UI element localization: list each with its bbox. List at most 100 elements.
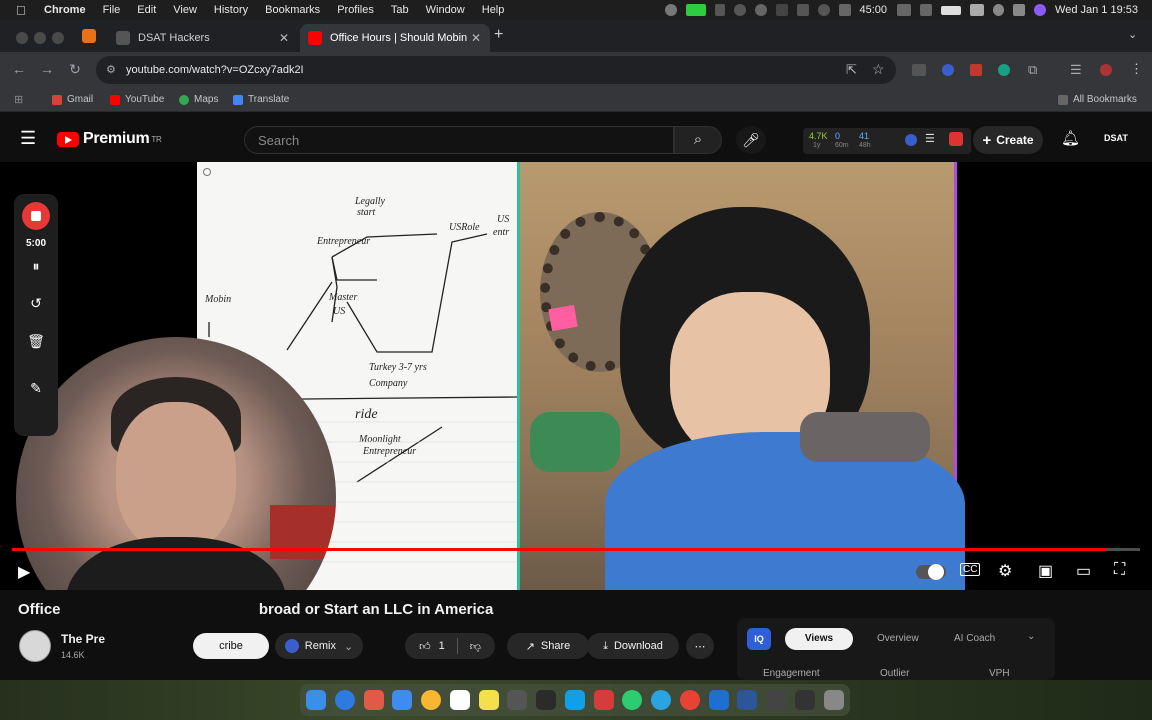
menu-edit[interactable]: Edit: [137, 4, 156, 16]
skype-icon[interactable]: [564, 690, 585, 710]
channel-name[interactable]: The Pre: [61, 632, 105, 646]
tab-ai-coach[interactable]: AI Coach: [954, 633, 995, 644]
extension-icon[interactable]: [998, 64, 1010, 76]
reading-list-icon[interactable]: ☰: [1070, 62, 1082, 78]
settings-gear-icon[interactable]: ⚙: [998, 561, 1012, 581]
restart-icon[interactable]: ↺: [14, 295, 58, 312]
profile-avatar[interactable]: [1100, 64, 1112, 76]
menu-bookmarks[interactable]: Bookmarks: [265, 4, 320, 16]
menu-tab[interactable]: Tab: [391, 4, 409, 16]
channel-avatar[interactable]: [19, 630, 51, 662]
address-bar[interactable]: ⚙ youtube.com/watch?v=OZcxy7adk2I ⇱ ☆: [96, 56, 896, 84]
chrome-menu-icon[interactable]: ⋮: [1130, 61, 1143, 77]
wifi-icon[interactable]: [970, 4, 985, 16]
tab-search-icon[interactable]: ⌄: [1128, 28, 1137, 41]
extension-icon[interactable]: [942, 64, 954, 76]
brightness-icon[interactable]: [664, 4, 677, 16]
window-minimize-button[interactable]: [34, 32, 46, 44]
pause-icon[interactable]: ⏸: [14, 258, 58, 275]
timer-app-icon[interactable]: [838, 4, 851, 16]
input-source-icon[interactable]: [714, 4, 725, 16]
bookmark-maps[interactable]: Maps: [179, 94, 218, 105]
telegram-icon[interactable]: [651, 690, 672, 710]
play-icon[interactable]: [817, 4, 830, 16]
timer-text[interactable]: 45:00: [860, 4, 888, 16]
bookmark-star-icon[interactable]: ☆: [872, 61, 885, 78]
chevron-down-icon[interactable]: ⌄: [1027, 631, 1035, 642]
tab-dsat-hackers[interactable]: DSAT Hackers ✕: [108, 24, 298, 52]
clock[interactable]: Wed Jan 1 19:53: [1055, 4, 1138, 16]
notifications-bell-icon[interactable]: 🔔︎: [1061, 129, 1080, 147]
more-actions-button[interactable]: ⋯: [686, 633, 714, 659]
preview-icon[interactable]: [766, 690, 787, 710]
voice-search-button[interactable]: 🎤︎: [736, 126, 766, 154]
forward-icon[interactable]: →: [38, 61, 56, 77]
list-icon[interactable]: ☰: [925, 132, 935, 145]
remix-button[interactable]: Remix ⌄: [275, 633, 363, 659]
notes-icon[interactable]: [478, 690, 499, 710]
extension-icon[interactable]: [912, 64, 926, 76]
new-tab-icon[interactable]: +: [494, 26, 503, 44]
bookmark-translate[interactable]: Translate: [233, 94, 289, 105]
like-button[interactable]: 👍︎ 1: [419, 640, 445, 653]
install-icon[interactable]: ⇱: [846, 62, 857, 78]
extension-stats-widget[interactable]: 4.7K 0 41 1y 60m 48h ☰: [803, 128, 971, 154]
alert-extension-icon[interactable]: [949, 132, 963, 146]
navigation-icon[interactable]: [733, 4, 746, 16]
finder-icon[interactable]: [306, 690, 326, 710]
menu-help[interactable]: Help: [482, 4, 505, 16]
extensions-puzzle-icon[interactable]: ⧉: [1028, 62, 1037, 78]
apps-grid-icon[interactable]: ⊞: [14, 93, 23, 106]
safari-icon[interactable]: [334, 690, 355, 710]
video-progress-bar[interactable]: [12, 548, 1140, 551]
textedit-icon[interactable]: [536, 690, 557, 710]
facetime-icon[interactable]: [685, 4, 706, 16]
menu-profiles[interactable]: Profiles: [337, 4, 374, 16]
chrome-icon[interactable]: [679, 690, 700, 710]
copy-icon[interactable]: [796, 4, 809, 16]
download-button[interactable]: ⤓ Download: [587, 633, 679, 659]
tab-overview[interactable]: Overview: [877, 633, 919, 644]
control-center-icon[interactable]: [1013, 4, 1026, 16]
close-icon[interactable]: ✕: [468, 31, 484, 45]
calculator-icon[interactable]: [507, 690, 528, 710]
account-avatar[interactable]: DSAT: [1104, 133, 1128, 143]
reload-icon[interactable]: ↻: [66, 61, 84, 78]
window-zoom-button[interactable]: [52, 32, 64, 44]
tab-office-hours[interactable]: Office Hours | Should Mobin S ✕: [300, 24, 490, 52]
grammarly-icon[interactable]: [754, 4, 767, 16]
extensions-icon[interactable]: [897, 4, 912, 16]
site-info-icon[interactable]: ⚙: [106, 63, 116, 76]
photos-icon[interactable]: [421, 690, 442, 710]
bookmark-youtube[interactable]: YouTube: [110, 94, 164, 105]
captions-icon[interactable]: CC: [960, 563, 981, 576]
tab-views[interactable]: Views: [785, 628, 853, 650]
menu-history[interactable]: History: [214, 4, 248, 16]
search-input[interactable]: Search: [244, 126, 674, 154]
whatsapp-icon[interactable]: [622, 690, 643, 710]
create-button[interactable]: + Create: [973, 126, 1043, 154]
trash-icon[interactable]: [823, 690, 844, 710]
effects-icon[interactable]: ✎: [14, 380, 58, 397]
mail-icon[interactable]: [392, 690, 413, 710]
apple-icon[interactable]: : [16, 3, 30, 18]
window-icon[interactable]: [775, 4, 788, 16]
vscode-icon[interactable]: [708, 690, 729, 710]
search-button[interactable]: ⌕: [674, 126, 722, 154]
word-icon[interactable]: [737, 690, 758, 710]
launchpad-icon[interactable]: [363, 690, 384, 710]
miniplayer-icon[interactable]: ▣: [1038, 561, 1053, 581]
trash-icon[interactable]: 🗑︎: [14, 333, 58, 350]
battery-icon[interactable]: [941, 5, 962, 15]
pinned-tab-icon[interactable]: [82, 29, 96, 43]
close-icon[interactable]: ✕: [276, 31, 292, 45]
extension-icon[interactable]: [970, 64, 982, 76]
video-player[interactable]: Legally start Entrepreneur USRole US ent…: [0, 162, 1152, 590]
thumbs-down-icon[interactable]: 👎︎: [470, 640, 481, 653]
back-icon[interactable]: ←: [10, 61, 28, 77]
youtube-logo[interactable]: Premium TR: [57, 130, 162, 148]
app-icon[interactable]: [593, 690, 614, 710]
subscribe-button[interactable]: cribe: [193, 633, 269, 659]
fullscreen-icon[interactable]: ⛶: [1114, 561, 1125, 579]
play-button[interactable]: ▶: [18, 562, 30, 582]
